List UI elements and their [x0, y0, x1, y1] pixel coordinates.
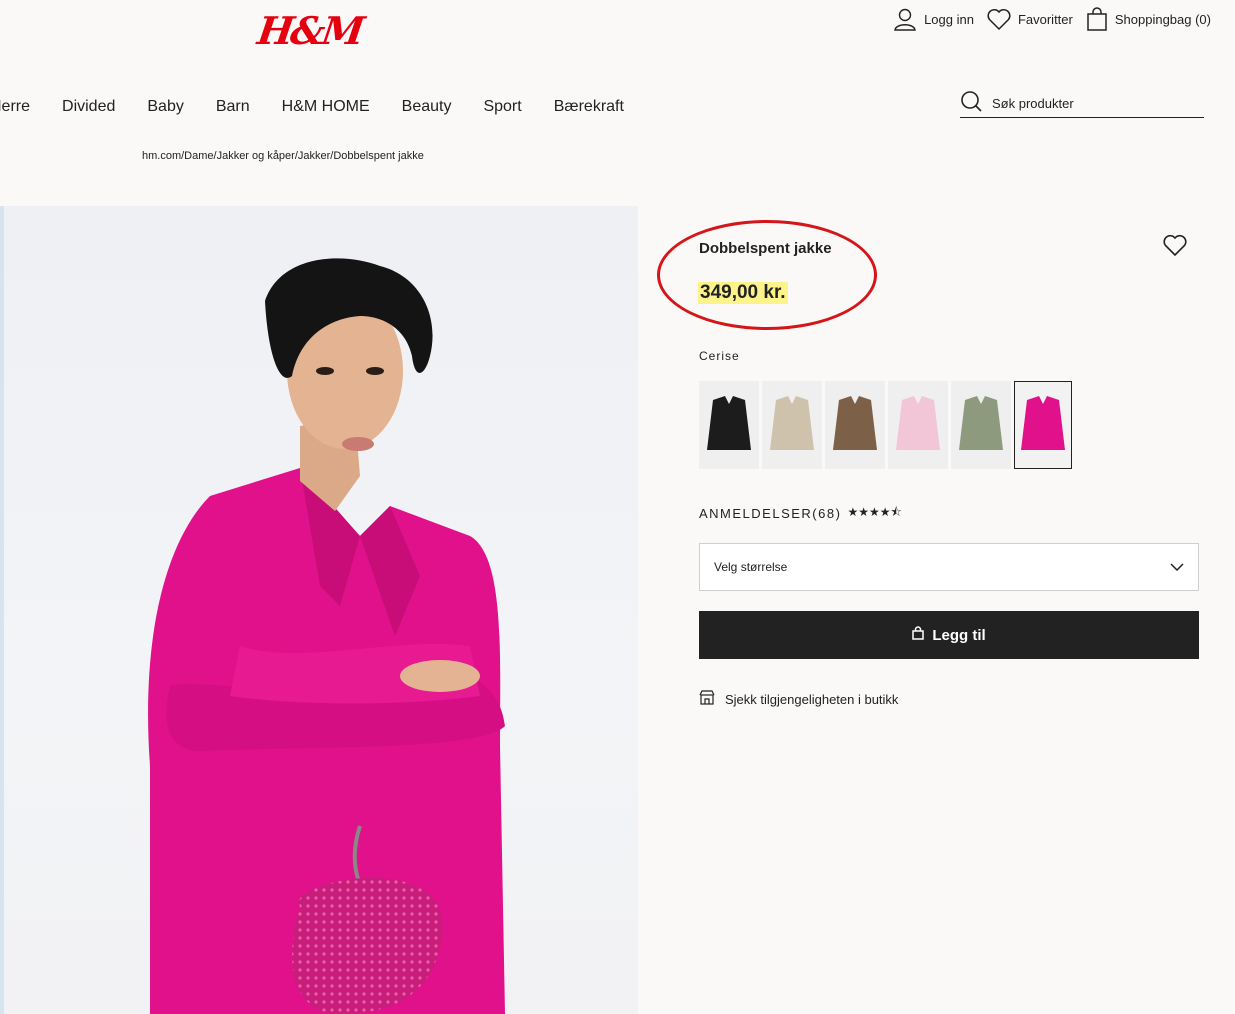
store-availability-link[interactable]: Sjekk tilgjengeligheten i butikk: [699, 690, 898, 709]
swatch-sage-green[interactable]: [951, 381, 1011, 469]
nav-item-hm-home[interactable]: H&M HOME: [282, 98, 370, 116]
reviews-link[interactable]: ANMELDELSER(68) ★★★★⯪: [699, 503, 902, 524]
size-select-label: Velg størrelse: [714, 560, 788, 574]
breadcrumb[interactable]: hm.com/Dame/Jakker og kåper/Jakker/Dobbe…: [142, 150, 424, 162]
color-swatches: [699, 381, 1072, 469]
jacket-thumbnail: [833, 396, 877, 450]
login-label: Logg inn: [924, 11, 974, 27]
bag-icon: [1085, 6, 1109, 32]
nav-item-divided[interactable]: Divided: [62, 98, 115, 116]
swatch-cerise[interactable]: [1014, 381, 1072, 469]
swatch-black[interactable]: [699, 381, 759, 469]
user-icon: [892, 6, 918, 32]
utility-nav: Logg inn Favoritter Shoppingbag (0): [892, 6, 1211, 32]
add-to-bag-button[interactable]: Legg til: [699, 611, 1199, 659]
nav-item-sport[interactable]: Sport: [483, 98, 521, 116]
jacket-thumbnail: [1021, 396, 1065, 450]
size-select[interactable]: Velg størrelse: [699, 543, 1199, 591]
store-link-label: Sjekk tilgjengeligheten i butikk: [725, 692, 899, 707]
favorites-label: Favoritter: [1017, 11, 1073, 27]
annotation-circle: [657, 220, 877, 330]
lock-bag-icon: [912, 626, 925, 644]
add-to-bag-label: Legg til: [932, 626, 986, 644]
heart-icon: [1162, 234, 1188, 261]
search-icon[interactable]: [960, 90, 982, 117]
swatch-beige[interactable]: [762, 381, 822, 469]
jacket-thumbnail: [770, 396, 814, 450]
swatch-brown[interactable]: [825, 381, 885, 469]
search-input[interactable]: [992, 96, 1192, 111]
heart-icon: [986, 7, 1012, 31]
shopping-bag-link[interactable]: Shoppingbag (0): [1085, 6, 1211, 32]
model-illustration: [148, 258, 505, 1014]
product-image[interactable]: [0, 206, 638, 1014]
jacket-thumbnail: [707, 396, 751, 450]
main-nav: Herre Divided Baby Barn H&M HOME Beauty …: [0, 98, 624, 116]
hm-logo[interactable]: H&M: [255, 8, 365, 53]
rating-stars: ★★★★⯪: [847, 505, 902, 519]
nav-item-beauty[interactable]: Beauty: [402, 98, 452, 116]
favorite-button[interactable]: [1162, 233, 1188, 262]
jacket-thumbnail: [896, 396, 940, 450]
reviews-label: ANMELDELSER(68): [699, 506, 842, 521]
image-edge: [0, 206, 4, 1014]
color-name: Cerise: [699, 349, 740, 363]
swatch-light-pink[interactable]: [888, 381, 948, 469]
search-bar: [960, 90, 1204, 118]
chevron-down-icon: [1170, 560, 1184, 574]
favorites-link[interactable]: Favoritter: [986, 7, 1073, 31]
nav-item-herre[interactable]: Herre: [0, 98, 30, 116]
nav-item-baerekraft[interactable]: Bærekraft: [554, 98, 624, 116]
bag-label: Shoppingbag (0): [1114, 11, 1211, 27]
store-icon: [699, 690, 715, 709]
login-link[interactable]: Logg inn: [892, 6, 974, 32]
nav-item-barn[interactable]: Barn: [216, 98, 250, 116]
nav-item-baby[interactable]: Baby: [147, 98, 183, 116]
jacket-thumbnail: [959, 396, 1003, 450]
